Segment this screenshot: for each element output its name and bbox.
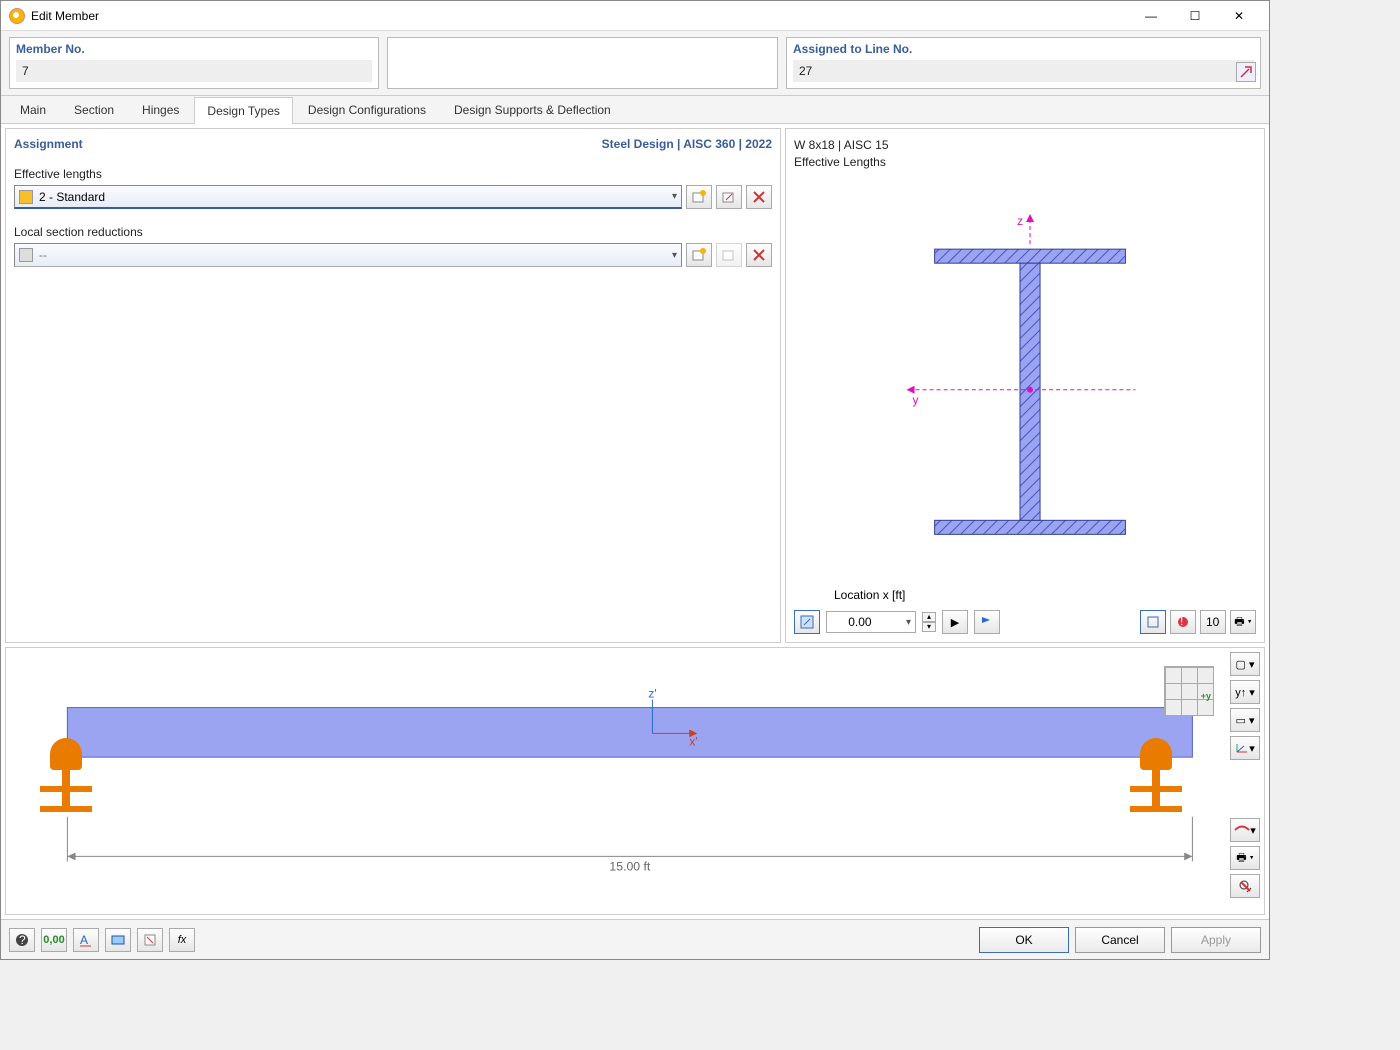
location-value: 0.00 [848,615,871,629]
location-label: Location x [ft] [834,588,1256,602]
assigned-line-label: Assigned to Line No. [793,42,1254,56]
cancel-button[interactable]: Cancel [1075,927,1165,953]
sheet-button[interactable] [137,928,163,952]
member-no-box: Member No. 7 [9,37,379,89]
location-play-button[interactable]: ▶ [942,610,968,634]
units-button[interactable]: 0,00 [41,928,67,952]
chevron-down-icon: ▾ [672,191,677,202]
lsr-edit-button[interactable] [716,243,742,267]
assigned-line-box: Assigned to Line No. 27 [786,37,1261,89]
local-section-reductions-label: Local section reductions [14,225,772,239]
minimize-button[interactable]: — [1129,2,1173,30]
tabstrip: Main Section Hinges Design Types Design … [1,96,1269,124]
window-title: Edit Member [31,9,1129,23]
assigned-line-input[interactable]: 27 [793,60,1254,82]
svg-text:100: 100 [1206,615,1220,629]
view-front-button[interactable]: ▭ ▾ [1230,708,1260,732]
axis-y-label: y [913,392,919,406]
stepper-up-icon[interactable]: ▴ [922,612,936,622]
section-subtitle: Effective Lengths [794,154,1256,171]
display-button[interactable] [105,928,131,952]
tab-design-types[interactable]: Design Types [194,97,293,124]
tab-label: Design Supports & Deflection [454,103,611,117]
tab-design-configurations[interactable]: Design Configurations [295,96,439,123]
tab-label: Main [20,103,46,117]
chevron-down-icon: ▾ [672,250,677,261]
view-zoom-clear-button[interactable] [1230,874,1260,898]
text-settings-button[interactable]: A [73,928,99,952]
chevron-down-icon: ▾ [906,617,911,628]
tab-design-supports[interactable]: Design Supports & Deflection [441,96,624,123]
effective-lengths-value: 2 - Standard [39,190,105,204]
pick-line-button[interactable] [1236,62,1256,82]
effective-lengths-label: Effective lengths [14,167,772,181]
support-right-icon [1126,726,1186,816]
axis-z-label: z [1017,214,1023,228]
ok-button[interactable]: OK [979,927,1069,953]
location-reset-button[interactable] [794,610,820,634]
axis-z-label: z' [648,687,656,701]
lsr-swatch [19,248,33,262]
dimensions-button[interactable]: 100 [1200,610,1226,634]
tab-section[interactable]: Section [61,96,127,123]
print-button[interactable]: 🖶 ▾ [1230,610,1256,634]
view-cube-button[interactable]: ▢ ▾ [1230,652,1260,676]
script-button[interactable]: fx [169,928,195,952]
member-no-input[interactable]: 7 [16,60,372,82]
navcube-y-label: +y [1201,691,1211,701]
lsr-delete-button[interactable] [746,243,772,267]
view-y-button[interactable]: y↑ ▾ [1230,680,1260,704]
member-no-label: Member No. [16,42,372,56]
lsr-new-button[interactable] [686,243,712,267]
assignment-title: Assignment [14,137,83,151]
effective-lengths-delete-button[interactable] [746,185,772,209]
effective-lengths-edit-button[interactable] [716,185,742,209]
effective-lengths-new-button[interactable] [686,185,712,209]
design-code-link[interactable]: Steel Design | AISC 360 | 2022 [602,137,772,151]
section-view[interactable]: z y [794,171,1256,588]
tab-label: Section [74,103,114,117]
effective-lengths-combo[interactable]: 2 - Standard ▾ [14,185,682,209]
assignment-panel: Assignment Steel Design | AISC 360 | 202… [5,128,781,643]
location-stepper[interactable]: ▴ ▾ [922,612,936,632]
view-section-button[interactable]: ▾ [1230,818,1260,842]
tab-label: Hinges [142,103,179,117]
section-preview-panel: W 8x18 | AISC 15 Effective Lengths [785,128,1265,643]
tab-hinges[interactable]: Hinges [129,96,192,123]
maximize-button[interactable]: ☐ [1173,2,1217,30]
svg-text:?: ? [19,933,26,947]
app-icon [9,8,25,24]
svg-text:A: A [80,933,88,947]
tab-main[interactable]: Main [7,96,59,123]
axis-x-label: x' [689,734,697,748]
member-elevation-view[interactable]: z' x' 15.00 ft +y [5,647,1265,915]
view-mode-2-button[interactable]: ! [1170,610,1196,634]
view-print-button[interactable]: 🖶 ▾ [1230,846,1260,870]
tab-label: Design Configurations [308,103,426,117]
tab-label: Design Types [207,104,280,118]
navcube[interactable]: +y [1164,666,1214,716]
header-spacer [387,37,778,89]
location-input[interactable]: 0.00 ▾ [826,611,916,633]
view-axes-button[interactable]: ▾ [1230,736,1260,760]
stepper-down-icon[interactable]: ▾ [922,622,936,632]
close-button[interactable]: ✕ [1217,2,1261,30]
svg-text:!: ! [1180,615,1183,628]
apply-button[interactable]: Apply [1171,927,1261,953]
support-left-icon [36,726,96,816]
view-mode-1-button[interactable] [1140,610,1166,634]
section-name: W 8x18 | AISC 15 [794,137,1256,154]
local-section-reductions-value: -- [39,248,47,262]
help-button[interactable]: ? [9,928,35,952]
location-flag-button[interactable] [974,610,1000,634]
effective-lengths-swatch [19,190,33,204]
member-length-label: 15.00 ft [609,859,651,873]
local-section-reductions-combo[interactable]: -- ▾ [14,243,682,267]
